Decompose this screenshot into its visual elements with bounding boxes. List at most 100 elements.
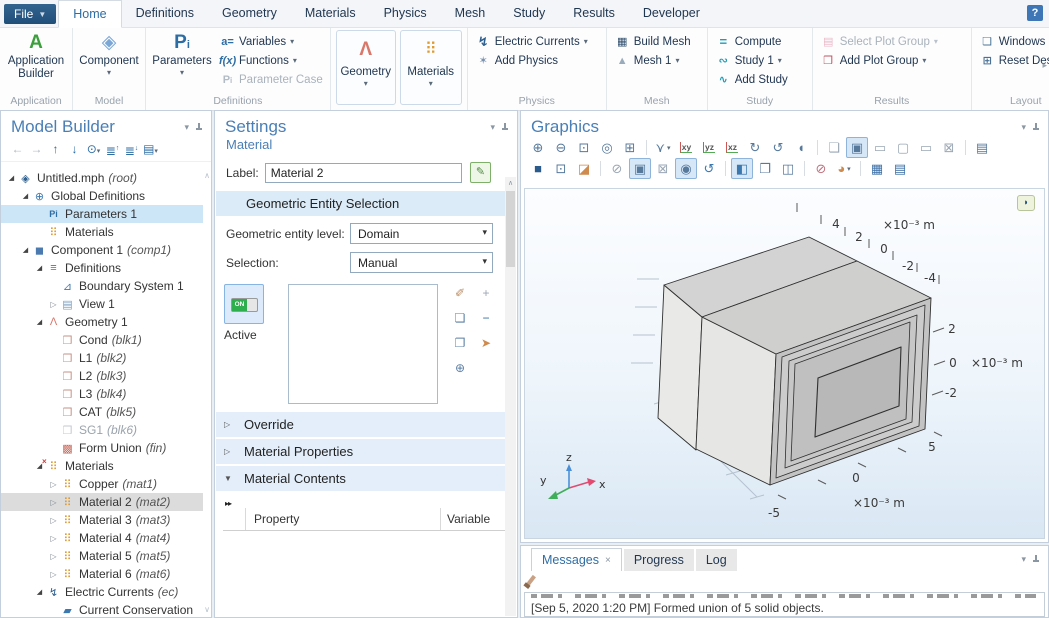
expand-arrow[interactable]: ▷ <box>47 570 60 579</box>
panel-menu-icon[interactable]: ▾ <box>1021 122 1026 133</box>
render-shaded-button[interactable]: ▭ <box>869 137 891 158</box>
paste-selection-button[interactable]: ❐ <box>455 336 466 351</box>
tree-item-sg1[interactable]: ❒SG1(blk6) <box>1 421 203 439</box>
reset-hiding-button[interactable]: ↺ <box>698 158 720 179</box>
render-wireframe-button[interactable]: ▢ <box>892 137 914 158</box>
ribbon-expand-icon[interactable]: ▸ <box>1042 60 1047 71</box>
tree-item-current-conservation[interactable]: ▰Current Conservation <box>1 601 203 617</box>
show-selection-button[interactable]: ◉ <box>675 158 697 179</box>
image-snapshot-button[interactable]: ▤ <box>971 137 993 158</box>
zoom-out-button[interactable]: ⊖ <box>550 137 572 158</box>
tree-item-l2[interactable]: ❒L2(blk3) <box>1 367 203 385</box>
move-down-button[interactable]: ↓ <box>66 141 83 157</box>
tree-item-material-5[interactable]: ▷⠿Material 5(mat5) <box>1 547 203 565</box>
zoom-to-selection-button[interactable]: ⊕ <box>455 361 465 376</box>
hide-geometry-button[interactable]: ⊠ <box>652 158 674 179</box>
zoom-extents-button[interactable]: ◎ <box>596 137 618 158</box>
messages-tab-log[interactable]: Log <box>696 549 737 571</box>
ribbon-tab-developer[interactable]: Developer <box>629 0 714 26</box>
compute-button[interactable]: = Compute <box>715 32 788 51</box>
expand-arrow[interactable]: ▷ <box>47 480 60 489</box>
expand-arrow[interactable]: ◢ <box>5 174 18 182</box>
color-theme-button[interactable]: ◕▾ <box>833 158 855 179</box>
functions-button[interactable]: f(x) Functions ▾ <box>219 51 323 70</box>
selection-select[interactable]: Manual <box>350 252 493 273</box>
view-xy-button[interactable]: xy <box>675 137 697 158</box>
pick-selection-button[interactable]: ➤ <box>481 336 491 351</box>
scroll-up-icon[interactable]: ∧ <box>204 171 210 180</box>
file-menu-button[interactable]: File ▼ <box>4 4 56 24</box>
variables-button[interactable]: a= Variables ▾ <box>219 32 323 51</box>
nav-back-button[interactable]: ← <box>9 141 26 157</box>
tree-item-materials[interactable]: ◢⠿×Materials <box>1 457 203 475</box>
component-button[interactable]: ◈ Component ▾ <box>76 30 142 77</box>
tree-item-geometry-1[interactable]: ◢ΛGeometry 1 <box>1 313 203 331</box>
scroll-up-icon[interactable]: ∧ <box>505 177 516 187</box>
application-builder-button[interactable]: A Application Builder <box>3 30 69 80</box>
select-plot-group-button[interactable]: ▤ Select Plot Group ▾ <box>820 32 938 51</box>
tree-item-form-union[interactable]: ▩Form Union(fin) <box>1 439 203 457</box>
transparency-button[interactable]: ◫ <box>777 158 799 179</box>
expand-all-button[interactable]: ≣↓ <box>123 141 140 157</box>
zoom-selected-button[interactable]: ⊞ <box>619 137 641 158</box>
table-forward-icon[interactable]: ▸▸ <box>223 497 515 508</box>
solid-union[interactable] <box>658 237 931 485</box>
ribbon-tab-study[interactable]: Study <box>499 0 559 26</box>
tree-item-electric-currents[interactable]: ◢↯Electric Currents(ec) <box>1 583 203 601</box>
show-material-color-button[interactable]: ▣ <box>629 158 651 179</box>
copy-selection-button[interactable]: ❏ <box>455 311 466 326</box>
section-override[interactable]: ▷ Override <box>216 412 516 437</box>
render-solid-button[interactable]: ▣ <box>846 137 868 158</box>
ribbon-tab-physics[interactable]: Physics <box>370 0 441 26</box>
tree-item-material-4[interactable]: ▷⠿Material 4(mat4) <box>1 529 203 547</box>
zoom-box-button[interactable]: ⊡ <box>573 137 595 158</box>
materials-button[interactable]: ⠿ Materials ▾ <box>400 30 462 105</box>
graphics-canvas[interactable]: ◗ <box>524 188 1045 539</box>
build-mesh-button[interactable]: ▦ Build Mesh <box>614 32 691 51</box>
label-input[interactable]: Material 2 <box>265 163 462 183</box>
tree-item-component-1[interactable]: ◢◼Component 1(comp1) <box>1 241 203 259</box>
move-up-button[interactable]: ↑ <box>47 141 64 157</box>
pin-icon[interactable] <box>1032 555 1040 564</box>
close-icon[interactable]: × <box>605 555 611 566</box>
tree-item-materials[interactable]: ⠿Materials <box>1 223 203 241</box>
pin-icon[interactable] <box>195 123 203 132</box>
parameters-button[interactable]: Pi Parameters ▾ <box>149 30 215 77</box>
zoom-in-button[interactable]: ⊕ <box>527 137 549 158</box>
graphics-select-button[interactable]: ✐ <box>455 286 465 301</box>
messages-log[interactable]: [Sep 5, 2020 1:20 PM] Formed union of 5 … <box>524 592 1045 617</box>
print-button[interactable]: ▤ <box>889 158 911 179</box>
nav-forward-button[interactable]: → <box>28 141 45 157</box>
scroll-down-icon[interactable]: ∨ <box>204 605 210 614</box>
parameter-case-button[interactable]: Pi Parameter Case <box>219 70 323 89</box>
add-to-selection-button[interactable]: + <box>482 286 489 301</box>
camera-movie-button[interactable]: ◖ <box>790 137 812 158</box>
section-material-contents[interactable]: ▼ Material Contents <box>216 466 516 491</box>
pin-icon[interactable] <box>501 123 509 132</box>
windows-button[interactable]: ❏ Windows ▾ <box>979 32 1049 51</box>
scrollbar-thumb[interactable] <box>506 191 515 267</box>
scene-settings-button[interactable]: ■ <box>527 158 549 179</box>
tree-item-global-definitions[interactable]: ◢⊕Global Definitions <box>1 187 203 205</box>
tree-item-material-6[interactable]: ▷⠿Material 6(mat6) <box>1 565 203 583</box>
ribbon-tab-results[interactable]: Results <box>559 0 629 26</box>
mesh1-button[interactable]: ▲ Mesh 1 ▾ <box>614 51 691 70</box>
go-to-default-3d-view-button[interactable]: ⋎▾ <box>652 137 674 158</box>
expand-arrow[interactable]: ◢ <box>19 246 32 254</box>
graphics-context-button[interactable]: ◗ <box>1017 195 1035 211</box>
tree-item-untitled-mph[interactable]: ◢◈Untitled.mph(root) <box>1 169 203 187</box>
thumbnail-off-button[interactable]: ⊘ <box>810 158 832 179</box>
expand-arrow[interactable]: ▷ <box>47 534 60 543</box>
expand-arrow[interactable]: ▷ <box>47 552 60 561</box>
ribbon-tab-home[interactable]: Home <box>58 0 121 28</box>
clear-messages-icon[interactable] <box>526 575 536 586</box>
reset-desktop-button[interactable]: ⊞ Reset Desktop <box>979 51 1049 70</box>
tree-item-material-2[interactable]: ▷⠿Material 2(mat2) <box>1 493 203 511</box>
tree-item-l1[interactable]: ❒L1(blk2) <box>1 349 203 367</box>
geometric-entity-level-select[interactable]: Domain <box>350 223 493 244</box>
rotate-clockwise-button[interactable]: ↻ <box>744 137 766 158</box>
copy-graphics-button[interactable]: ❐ <box>754 158 776 179</box>
ribbon-tab-definitions[interactable]: Definitions <box>122 0 208 26</box>
add-physics-button[interactable]: ✶ Add Physics <box>475 51 588 70</box>
expand-arrow[interactable]: ◢ <box>33 318 46 326</box>
